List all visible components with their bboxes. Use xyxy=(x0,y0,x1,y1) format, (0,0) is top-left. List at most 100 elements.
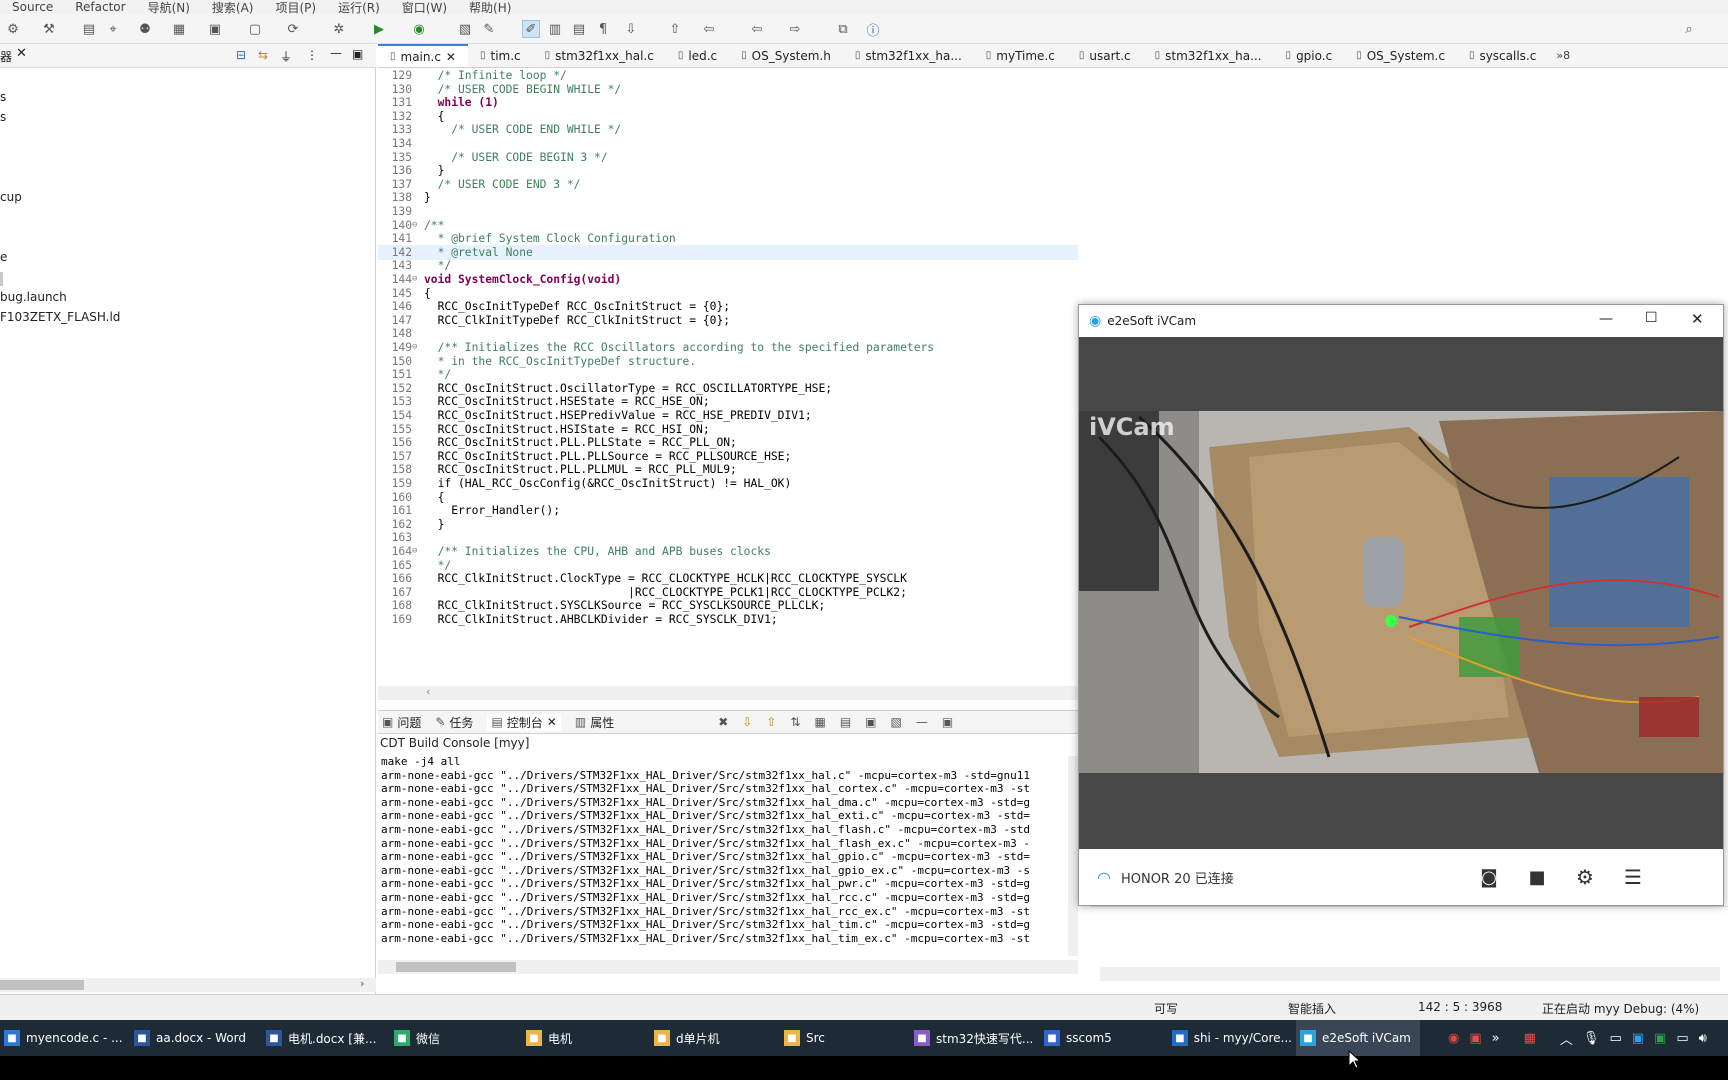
tray-overflow-icon[interactable]: » xyxy=(1492,1031,1500,1046)
menu-icon[interactable]: ☰ xyxy=(1615,859,1651,895)
volume-icon[interactable]: 🔊︎ xyxy=(1699,1031,1707,1046)
search-pencil-icon[interactable]: ✎ xyxy=(480,20,498,38)
menu-item[interactable]: 搜索(A) xyxy=(212,0,254,15)
clear-console-icon[interactable]: ✖ xyxy=(718,715,728,729)
editor-tab[interactable]: ▯ usart.c xyxy=(1067,44,1143,67)
taskbar-item[interactable]: ■ 微信 xyxy=(390,1020,516,1056)
editor-tab[interactable]: ▯ stm32f1xx_hal.c xyxy=(533,44,666,67)
taskbar-item[interactable]: ■ aa.docx - Word xyxy=(130,1020,256,1056)
editor-tab[interactable]: ▯ OS_System.h xyxy=(729,44,843,67)
tree-item[interactable]: cup xyxy=(0,190,22,204)
tree-item[interactable]: bug.launch xyxy=(0,290,67,304)
open-type-icon[interactable]: ▧ xyxy=(456,20,474,38)
horizontal-scrollbar[interactable]: › xyxy=(0,977,376,992)
info-icon[interactable]: ⓘ xyxy=(864,20,882,39)
editor-tab[interactable]: ▯ gpio.c xyxy=(1274,44,1345,67)
search-icon[interactable]: ⌕ xyxy=(1680,20,1698,38)
target-icon[interactable]: ⌖ xyxy=(104,20,122,38)
taskbar-item[interactable]: ■ myencode.c - ... xyxy=(0,1020,126,1056)
filter-icon[interactable]: ⏚ xyxy=(280,48,292,65)
debug-bug-icon[interactable]: ✲ xyxy=(330,20,348,38)
pin-console-icon[interactable]: ▤ xyxy=(840,715,851,729)
bug-icon[interactable]: ⚉ xyxy=(136,20,154,38)
tab-tasks[interactable]: ✎ 任务 xyxy=(435,714,473,731)
close-icon[interactable]: ✕ xyxy=(446,50,456,64)
tree-item[interactable]: s xyxy=(0,90,6,104)
menu-item[interactable]: Refactor xyxy=(75,0,125,14)
menu-item[interactable]: 帮助(H) xyxy=(469,0,511,15)
editor-tab[interactable]: ▯ stm32f1xx_ha... xyxy=(843,44,974,67)
editor-tab[interactable]: ▯ stm32f1xx_ha... xyxy=(1143,44,1274,67)
gear-icon[interactable]: ⚙ xyxy=(1567,859,1603,895)
close-icon[interactable]: ✕ xyxy=(547,715,557,729)
app-tray-icon[interactable]: ▣ xyxy=(1469,1031,1481,1046)
wechat-tray-icon[interactable]: ▣ xyxy=(1654,1031,1666,1046)
menu-item[interactable]: 导航(N) xyxy=(148,0,190,15)
scroll-up-icon[interactable]: ⇧ xyxy=(766,715,776,729)
run-config-icon[interactable]: ◉ xyxy=(410,20,428,38)
editor-tab[interactable]: ▯ main.c ✕ xyxy=(378,44,468,67)
project-explorer-tab-label[interactable]: 器 xyxy=(0,48,12,65)
close-icon[interactable]: ✕ xyxy=(1691,310,1704,328)
editor-tab[interactable]: ▯ tim.c xyxy=(468,44,533,67)
camera-icon[interactable]: ◙ xyxy=(1471,859,1507,895)
new-file-icon[interactable]: ▢ xyxy=(246,20,264,38)
background-scrollbar[interactable] xyxy=(1100,967,1720,981)
taskbar-item[interactable]: ■ Src xyxy=(780,1020,906,1056)
maximize-icon[interactable]: ▣ xyxy=(942,715,953,729)
tree-item[interactable]: s xyxy=(0,110,6,124)
editor-tab[interactable]: ▯ syscalls.c xyxy=(1457,44,1548,67)
chrome-icon[interactable]: ◉ xyxy=(1448,1031,1459,1046)
scroll-lock-icon[interactable]: ⇅ xyxy=(790,715,800,729)
whitespace-icon[interactable]: ▤ xyxy=(570,20,588,38)
toggle-block-icon[interactable]: ▥ xyxy=(546,20,564,38)
tree-item[interactable]: F103ZETX_FLASH.ld xyxy=(0,310,120,324)
build-hammer-icon[interactable]: ⚒ xyxy=(40,20,58,38)
close-icon[interactable]: ✕ xyxy=(16,46,27,61)
more-tabs-button[interactable]: »8 xyxy=(1548,49,1570,62)
tab-properties[interactable]: ▥ 属性 xyxy=(575,714,614,731)
taskbar-item[interactable]: ■ sscom5 xyxy=(1040,1020,1164,1056)
menu-item[interactable]: 运行(R) xyxy=(338,0,380,15)
maximize-icon[interactable]: ☐ xyxy=(1645,310,1658,326)
video-record-icon[interactable]: ■ xyxy=(1519,859,1555,895)
menu-item[interactable]: 项目(P) xyxy=(275,0,316,15)
display-icon[interactable]: ▭ xyxy=(1676,1031,1688,1046)
ivcam-titlebar[interactable]: ◉ e2eSoft iVCam — ☐ ✕ xyxy=(1079,305,1723,337)
taskbar-item[interactable]: ■ shi - myy/Core... xyxy=(1168,1020,1292,1056)
next-annotation-icon[interactable]: ⇩ xyxy=(622,20,640,38)
console-horizontal-scrollbar[interactable] xyxy=(378,960,1078,974)
taskbar-item[interactable]: ■ d单片机 xyxy=(650,1020,776,1056)
link-editor-icon[interactable]: ⇆ xyxy=(258,48,268,62)
word-wrap-icon[interactable]: ▦ xyxy=(814,715,825,729)
minimize-icon[interactable]: — xyxy=(916,715,928,729)
display-console-icon[interactable]: ▣ xyxy=(865,715,876,729)
debug-icon[interactable]: ⚙ xyxy=(4,20,22,38)
console-vertical-scrollbar[interactable] xyxy=(1068,756,1078,956)
minimize-icon[interactable]: — xyxy=(330,46,342,60)
menu-item[interactable]: Source xyxy=(12,0,53,14)
collapse-all-icon[interactable]: ⊟ xyxy=(236,48,246,62)
forward-icon[interactable]: ⇨ xyxy=(786,20,804,38)
mark-occurrences-icon[interactable]: ✐ xyxy=(522,20,540,38)
status-progress[interactable]: 正在启动 myy Debug: (4%) xyxy=(1542,1000,1699,1017)
editor-tab[interactable]: ▯ led.c xyxy=(666,44,729,67)
editor-tab[interactable]: ▯ OS_System.c xyxy=(1344,44,1457,67)
new-folder-icon[interactable]: ▣ xyxy=(206,20,224,38)
view-menu-icon[interactable]: ⋮ xyxy=(306,48,318,62)
maximize-icon[interactable]: ▣ xyxy=(352,47,363,61)
editor-horizontal-scrollbar[interactable]: ‹ xyxy=(378,685,1078,700)
minimize-icon[interactable]: — xyxy=(1599,311,1613,327)
cloud-icon[interactable]: ▣ xyxy=(1632,1031,1644,1046)
build-all-icon[interactable]: ▤ xyxy=(80,20,98,38)
back-icon[interactable]: ⇦ xyxy=(748,20,766,38)
tab-console[interactable]: ▤ 控制台 ✕ xyxy=(487,713,561,731)
taskbar-item[interactable]: ■ 电机.docx [兼... xyxy=(262,1020,386,1056)
ivcam-video-feed[interactable]: iVCam xyxy=(1079,337,1723,849)
editor-tab[interactable]: ▯ myTime.c xyxy=(974,44,1067,67)
chevron-up-icon[interactable]: ︿ xyxy=(1560,1029,1573,1048)
scroll-down-icon[interactable]: ⇩ xyxy=(742,715,752,729)
ime-icon[interactable]: ▦ xyxy=(1524,1031,1536,1046)
open-perspective-icon[interactable]: ⧉ xyxy=(834,20,852,38)
microphone-icon[interactable]: 🎙︎ xyxy=(1583,1031,1600,1046)
